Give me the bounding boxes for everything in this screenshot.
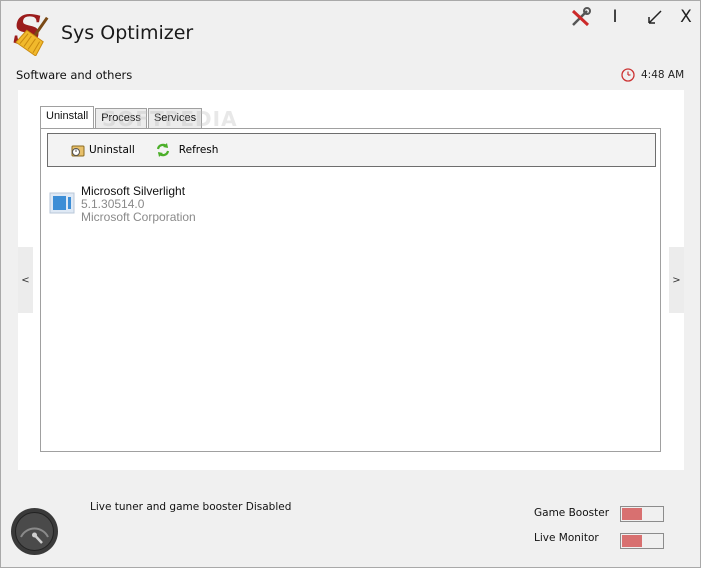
game-booster-toggle[interactable] <box>620 506 664 522</box>
clock: 4:48 AM <box>621 68 684 82</box>
game-booster-label: Game Booster <box>534 507 610 519</box>
clock-icon <box>621 68 635 82</box>
uninstall-label: Uninstall <box>89 144 135 156</box>
content-area: Uninstall Process Services SOFTPEDIA Uni… <box>18 90 684 470</box>
section-label: Software and others <box>16 68 133 82</box>
live-monitor-label: Live Monitor <box>534 532 599 544</box>
uninstall-button[interactable]: Uninstall <box>70 142 135 158</box>
software-publisher: Microsoft Corporation <box>81 210 196 224</box>
clock-time: 4:48 AM <box>641 69 685 81</box>
close-button[interactable]: X <box>674 5 698 29</box>
toolbar: Uninstall Refresh <box>47 133 656 167</box>
tab-services[interactable]: Services <box>147 108 203 128</box>
resize-arrow-icon[interactable] <box>643 5 667 29</box>
tab-bar: Uninstall Process Services <box>40 106 203 129</box>
refresh-label: Refresh <box>178 144 219 156</box>
app-logo: S <box>13 8 49 56</box>
status-text: Live tuner and game booster Disabled <box>90 501 292 513</box>
uninstall-panel: Uninstall Refresh Microsoft Silverlight <box>40 128 661 452</box>
prev-page-button[interactable]: < <box>18 247 33 313</box>
live-monitor-toggle[interactable] <box>620 533 664 549</box>
minimize-button[interactable]: I <box>603 5 627 29</box>
tab-uninstall[interactable]: Uninstall <box>40 106 95 129</box>
tab-process[interactable]: Process <box>95 108 147 128</box>
refresh-icon <box>156 143 169 157</box>
app-title: Sys Optimizer <box>61 22 194 44</box>
tools-icon[interactable] <box>569 5 593 29</box>
speedometer-icon[interactable] <box>10 507 59 556</box>
refresh-button[interactable]: Refresh <box>155 142 219 158</box>
silverlight-icon <box>49 192 75 214</box>
next-page-button[interactable]: > <box>669 247 684 313</box>
list-item[interactable]: Microsoft Silverlight 5.1.30514.0 Micros… <box>49 185 196 224</box>
uninstall-icon <box>71 145 85 157</box>
